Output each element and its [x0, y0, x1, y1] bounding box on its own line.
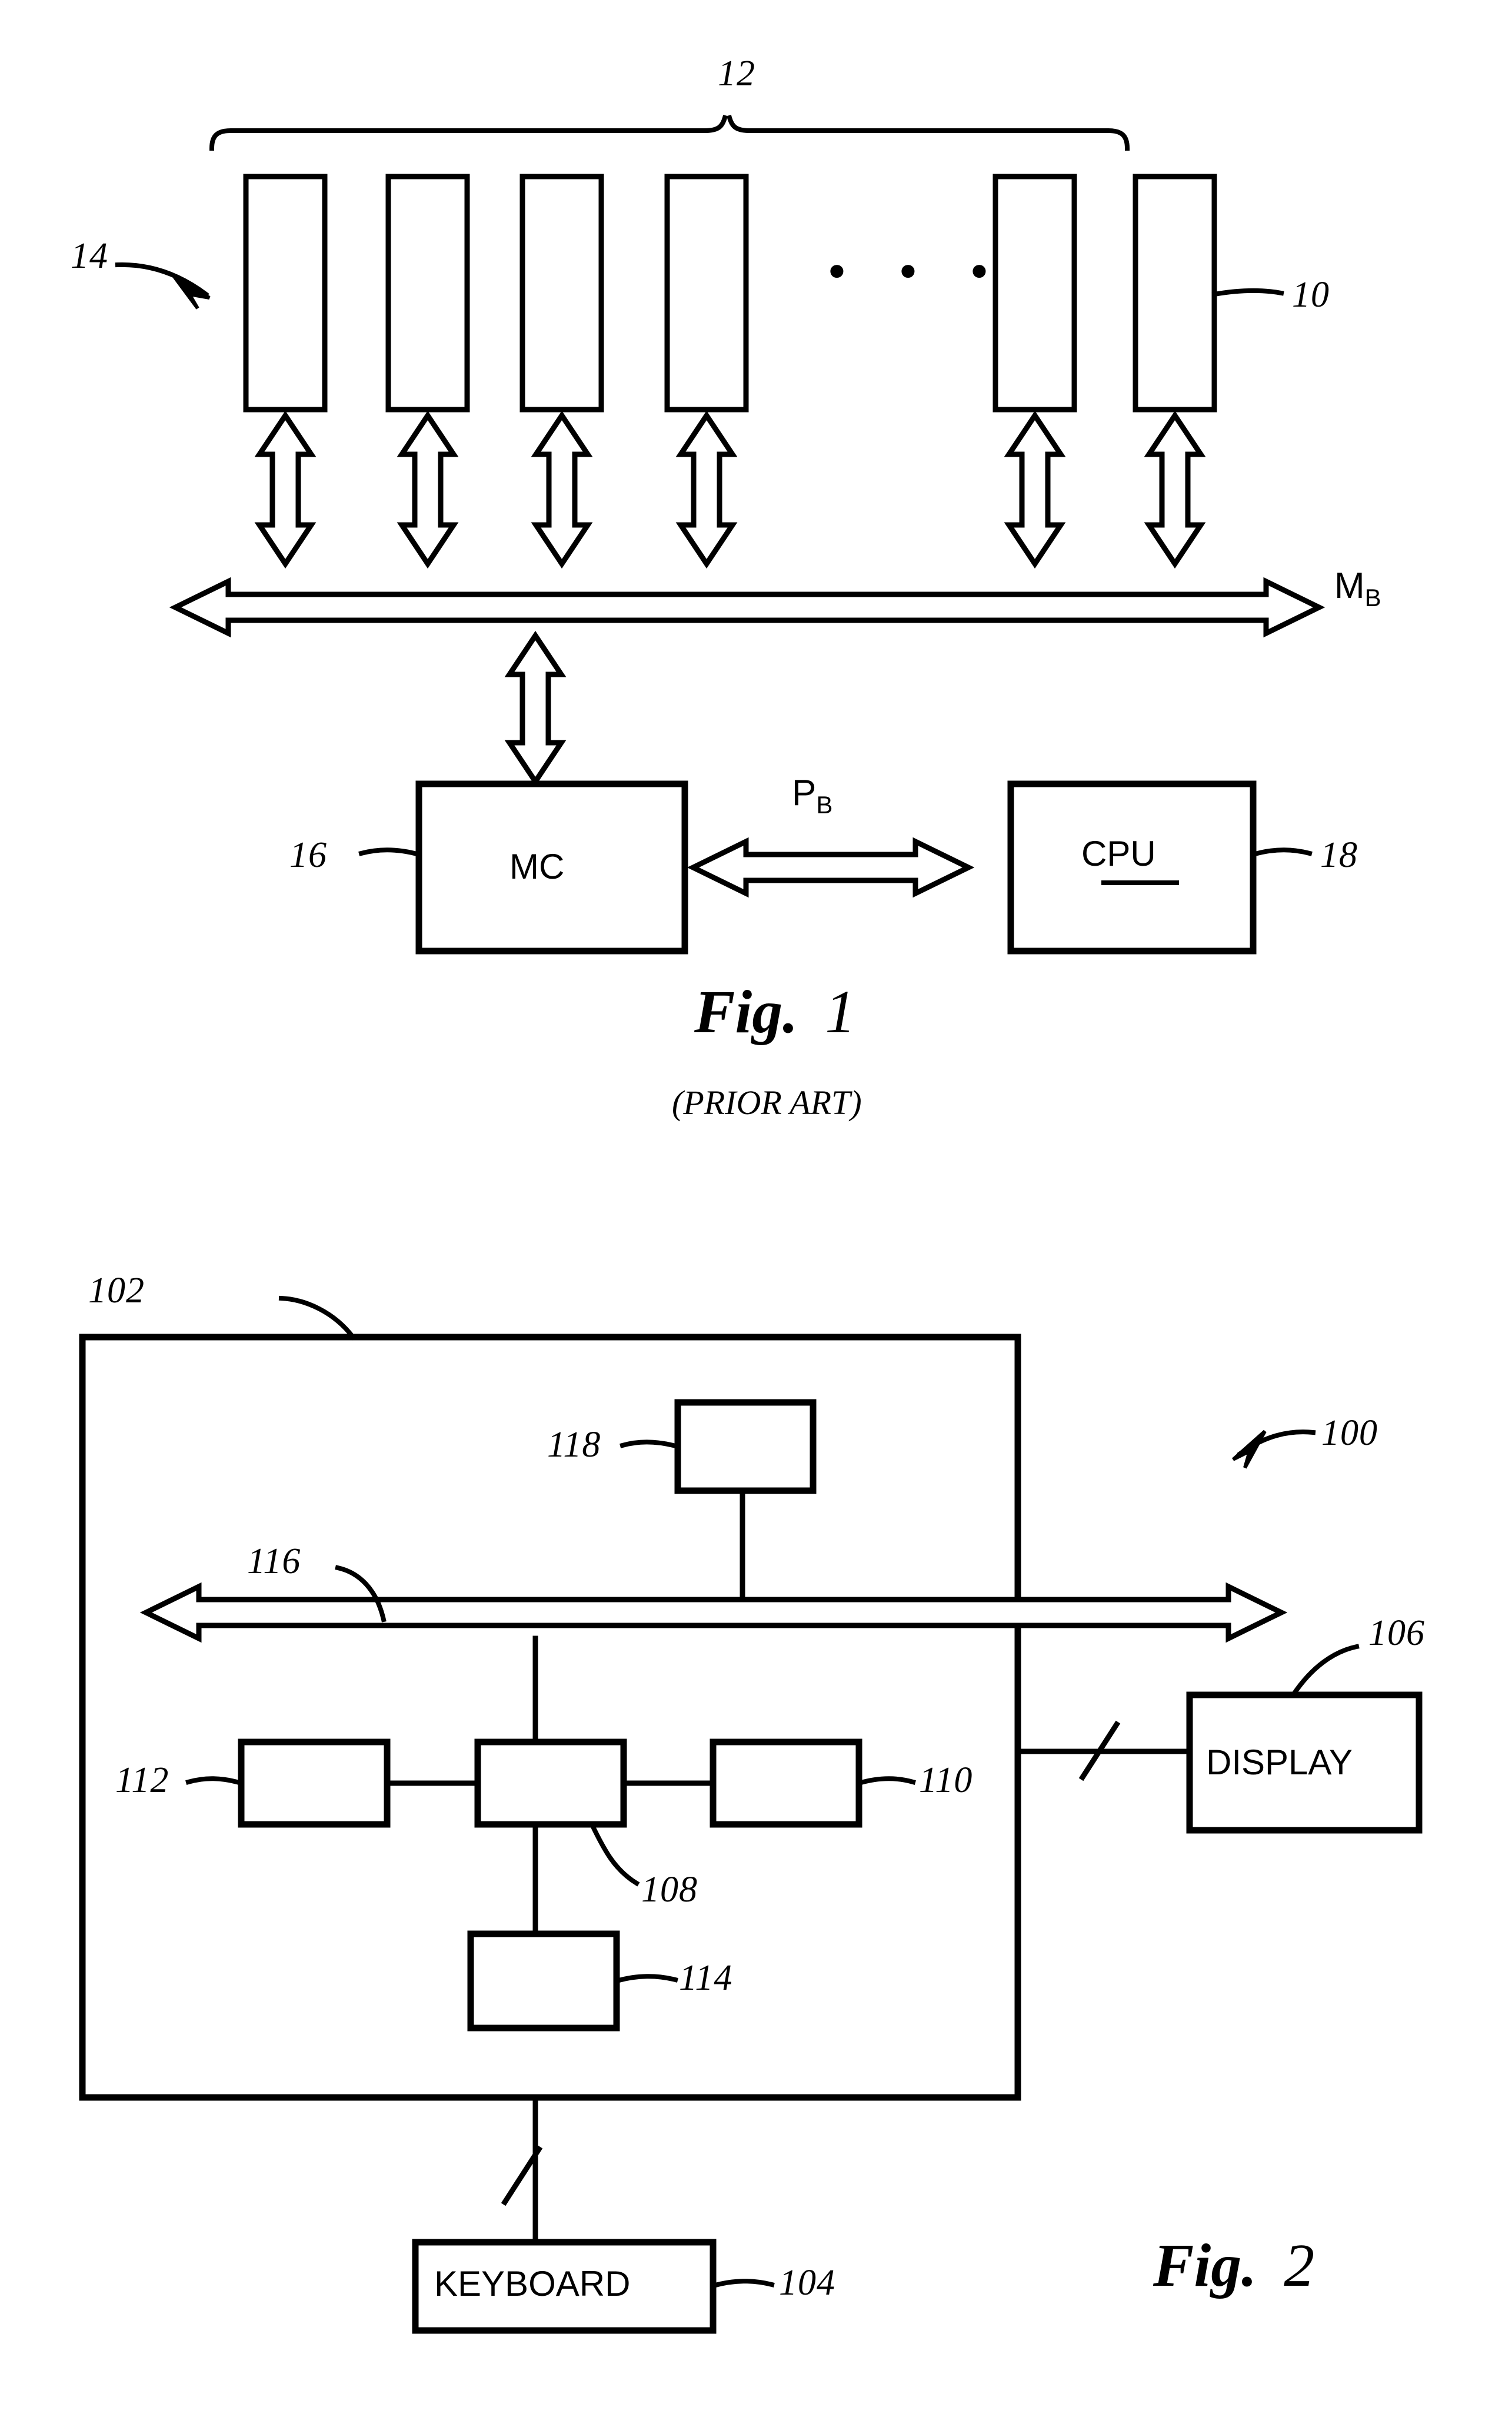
ref-102: 102 — [88, 1271, 145, 1311]
leader-10 — [1211, 288, 1284, 297]
mc-box-label: MC — [509, 847, 565, 886]
leader-arrowhead-100 — [1232, 1429, 1267, 1469]
figure-1-caption-word: Fig. — [694, 978, 798, 1046]
ref-100: 100 — [1321, 1413, 1378, 1453]
bus-mc-arrow — [504, 630, 567, 787]
processor-bus-subscript: B — [816, 791, 833, 819]
ref-18: 18 — [1320, 835, 1358, 875]
ref-108: 108 — [641, 1870, 698, 1910]
memory-module-boxes — [243, 174, 1217, 413]
cpu-box-label: CPU — [1081, 834, 1156, 873]
ellipsis-modules: • • • — [824, 246, 1008, 298]
leader-18 — [1250, 847, 1313, 857]
patent-drawing-sheet: 12 14 10 • • • MB 16 MC PB CPU 18 Fig. 1 … — [0, 0, 1512, 2417]
leader-16 — [358, 847, 422, 857]
leader-104 — [710, 2279, 775, 2289]
leader-102 — [278, 1295, 357, 1341]
processor-bus-letter: P — [792, 773, 817, 813]
ref-14: 14 — [71, 236, 108, 276]
ref-16: 16 — [289, 835, 327, 875]
figure-2-caption-number: 2 — [1284, 2232, 1315, 2299]
block-118 — [674, 1399, 817, 1494]
ref-104: 104 — [779, 2263, 835, 2303]
memory-bus-subscript: B — [1364, 584, 1381, 611]
module-bus-arrows — [254, 410, 1206, 569]
block-114 — [467, 1930, 620, 2032]
leader-106 — [1290, 1644, 1360, 1698]
ref-106: 106 — [1368, 1613, 1425, 1653]
brace-12 — [209, 115, 1130, 151]
keyboard-box-label: KEYBOARD — [434, 2264, 631, 2303]
memory-bus-letter: M — [1334, 566, 1365, 606]
ref-12: 12 — [718, 54, 755, 94]
figures-vector-layer — [79, 115, 1423, 2334]
memory-bus-MB — [169, 577, 1326, 638]
figure-1-caption-number: 1 — [825, 978, 856, 1046]
block-110 — [710, 1738, 862, 1828]
ref-116: 116 — [247, 1541, 301, 1581]
ref-118: 118 — [547, 1425, 601, 1465]
figure-2-caption: Fig. 2 — [1153, 2230, 1314, 2300]
display-box-label: DISPLAY — [1206, 1743, 1353, 1782]
block-108 — [474, 1738, 627, 1828]
prior-art-note: (PRIOR ART) — [672, 1083, 862, 1122]
figure-1-caption: Fig. 1 — [694, 977, 855, 1047]
ref-10: 10 — [1292, 275, 1330, 315]
processor-bus-label: PB — [792, 772, 832, 819]
ref-114: 114 — [679, 1958, 733, 1998]
figure-2-caption-word: Fig. — [1153, 2232, 1257, 2299]
ref-110: 110 — [919, 1760, 973, 1800]
memory-bus-label: MB — [1334, 565, 1381, 611]
processor-bus-PB — [687, 837, 975, 898]
ref-112: 112 — [115, 1760, 169, 1800]
block-112 — [238, 1738, 391, 1828]
